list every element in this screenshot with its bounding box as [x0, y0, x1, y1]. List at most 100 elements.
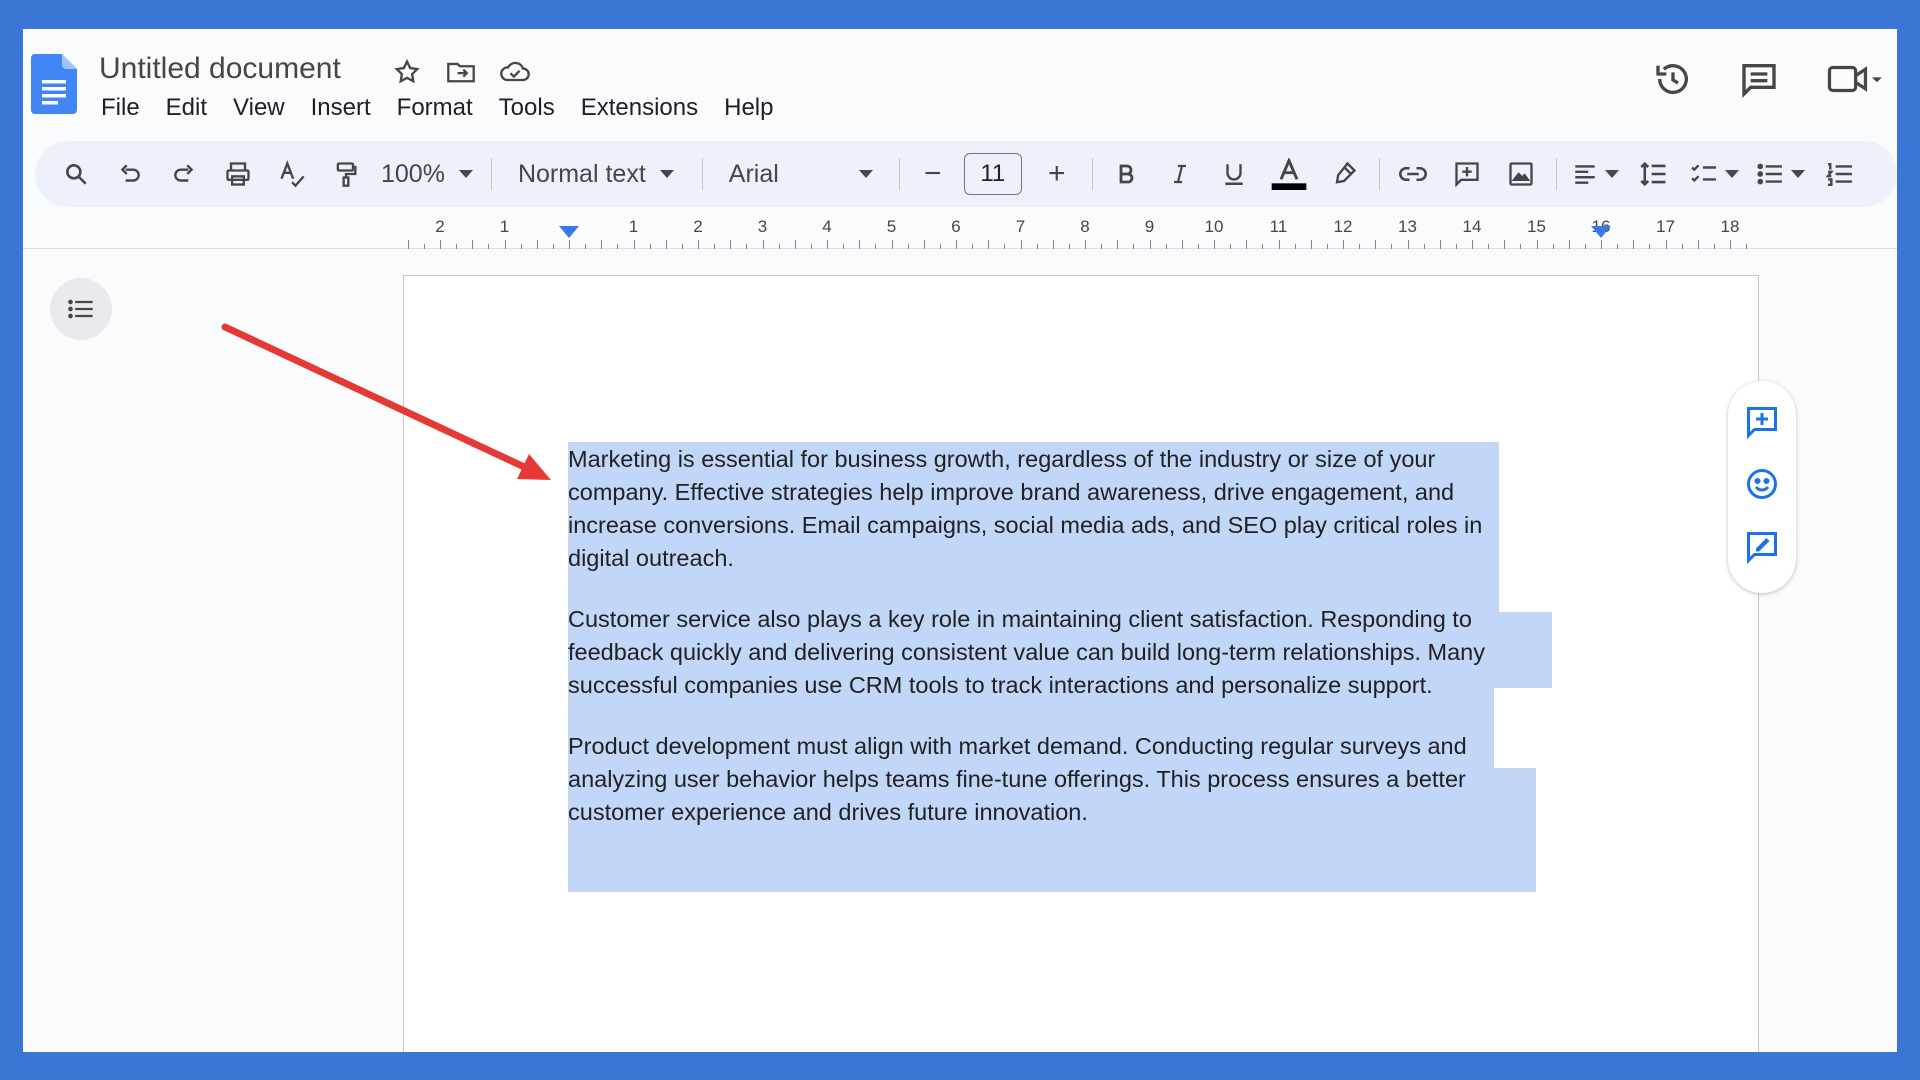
ruler-tick: [1407, 240, 1409, 249]
bulleted-list-icon[interactable]: [1755, 151, 1805, 197]
ruler-tick: [681, 244, 683, 249]
ruler-label: 15: [1527, 217, 1546, 236]
ruler-tick: [698, 240, 699, 249]
ruler-tick: [1552, 244, 1554, 249]
line-spacing-icon[interactable]: [1635, 151, 1673, 197]
menu-file[interactable]: File: [101, 94, 140, 122]
ruler-tick: [1343, 240, 1344, 249]
checklist-icon[interactable]: [1689, 151, 1739, 197]
left-indent-marker[interactable]: [559, 226, 579, 238]
paragraph[interactable]: Customer service also plays a key role i…: [568, 603, 1578, 702]
text-color-icon[interactable]: [1269, 151, 1309, 197]
ruler-tick: [1584, 244, 1586, 249]
document-outline-button[interactable]: [50, 278, 112, 340]
font-size-input[interactable]: 11: [963, 153, 1022, 195]
ruler-tick: [649, 244, 651, 249]
ruler-tick: [1310, 240, 1312, 249]
ruler-label: 14: [1462, 217, 1482, 236]
star-icon[interactable]: [390, 55, 424, 89]
redo-icon[interactable]: [165, 151, 203, 197]
move-folder-icon[interactable]: [444, 55, 478, 89]
ruler-tick: [923, 240, 925, 249]
menu-insert[interactable]: Insert: [311, 94, 371, 122]
increase-font-size-button[interactable]: +: [1038, 151, 1076, 197]
menu-format[interactable]: Format: [397, 94, 473, 122]
zoom-dropdown[interactable]: 100%: [381, 160, 473, 189]
ruler-tick: [1004, 244, 1006, 249]
version-history-icon[interactable]: [1653, 59, 1693, 99]
add-comment-icon[interactable]: [1744, 404, 1780, 445]
ruler-tick: [1488, 244, 1490, 249]
font-value: Arial: [728, 159, 779, 188]
chevron-down-icon: [1790, 170, 1805, 178]
list-icon: [68, 299, 93, 319]
emoji-reaction-icon[interactable]: [1744, 466, 1780, 507]
menu-extensions[interactable]: Extensions: [581, 94, 698, 122]
ruler-tick: [1117, 240, 1119, 249]
ruler-tick: [1230, 244, 1232, 249]
ruler-tick: [956, 240, 957, 249]
document-title[interactable]: Untitled document: [99, 52, 341, 86]
menu-bar: File Edit View Insert Format Tools Exten…: [101, 94, 773, 122]
ruler-tick: [762, 240, 764, 249]
highlight-color-icon[interactable]: [1325, 151, 1363, 197]
ruler-tick: [1455, 244, 1457, 249]
menu-edit[interactable]: Edit: [166, 94, 207, 122]
paint-format-icon[interactable]: [327, 151, 365, 197]
insert-image-icon[interactable]: [1502, 151, 1540, 197]
text-line: Marketing is essential for business grow…: [568, 446, 1436, 472]
insert-link-icon[interactable]: [1394, 151, 1432, 197]
paragraph[interactable]: Marketing is essential for business grow…: [568, 443, 1578, 575]
style-dropdown[interactable]: Normal text: [518, 160, 674, 189]
horizontal-ruler[interactable]: 2 1 1 2 3 4 5 6 7 8 9 10 11 12 13 14 15 16 17 18: [23, 209, 1897, 249]
menu-help[interactable]: Help: [724, 94, 773, 122]
docs-logo-icon[interactable]: [31, 54, 77, 114]
ruler-label: 7: [1015, 217, 1026, 236]
ruler-label: 2: [693, 217, 703, 236]
search-menus-icon[interactable]: [57, 151, 95, 197]
ruler-tick: [810, 244, 812, 249]
ruler-tick: [456, 244, 458, 249]
right-indent-marker[interactable]: [1591, 226, 1611, 238]
ruler-tick: [520, 244, 522, 249]
insert-comment-icon[interactable]: [1448, 151, 1486, 197]
ruler-tick: [1520, 244, 1522, 249]
ruler-label: 1: [499, 217, 510, 236]
decrease-font-size-button[interactable]: −: [914, 151, 952, 197]
meet-icon[interactable]: [1825, 61, 1883, 97]
toolbar: 100% Normal text Arial − 11 +: [35, 141, 1897, 207]
menu-tools[interactable]: Tools: [499, 94, 555, 122]
ruler-tick: [1036, 244, 1038, 249]
paragraph[interactable]: Product development must align with mark…: [568, 730, 1578, 829]
ruler-tick: [972, 244, 974, 249]
suggest-edits-icon[interactable]: [1744, 529, 1780, 570]
comments-icon[interactable]: [1739, 59, 1779, 99]
ruler-tick: [875, 244, 877, 249]
numbered-list-icon[interactable]: [1821, 151, 1859, 197]
ruler-tick: [1326, 244, 1328, 249]
undo-icon[interactable]: [111, 151, 149, 197]
ruler-tick: [746, 244, 748, 249]
ruler-tick: [552, 244, 554, 249]
ruler-label: 11: [1269, 217, 1288, 236]
ruler-tick: [1278, 240, 1280, 249]
ruler-tick: [1536, 240, 1538, 249]
font-dropdown[interactable]: Arial: [729, 160, 873, 189]
menu-view[interactable]: View: [233, 94, 285, 122]
ruler-label: 17: [1656, 217, 1675, 236]
text-line: feedback quickly and delivering consiste…: [568, 639, 1486, 665]
align-dropdown-icon[interactable]: [1571, 151, 1619, 197]
underline-icon[interactable]: [1215, 151, 1253, 197]
spellcheck-icon[interactable]: [273, 151, 311, 197]
bold-icon[interactable]: [1107, 151, 1145, 197]
toolbar-divider: [1091, 158, 1093, 190]
chevron-down-icon: [458, 170, 473, 178]
cloud-saved-icon[interactable]: [498, 55, 532, 89]
ruler-tick: [488, 244, 490, 249]
italic-icon[interactable]: [1161, 151, 1199, 197]
document-body[interactable]: Marketing is essential for business grow…: [568, 443, 1578, 857]
ruler-label: 8: [1080, 217, 1090, 236]
ruler-tick: [1633, 240, 1635, 249]
ruler-label: 1: [628, 217, 639, 236]
print-icon[interactable]: [219, 151, 257, 197]
